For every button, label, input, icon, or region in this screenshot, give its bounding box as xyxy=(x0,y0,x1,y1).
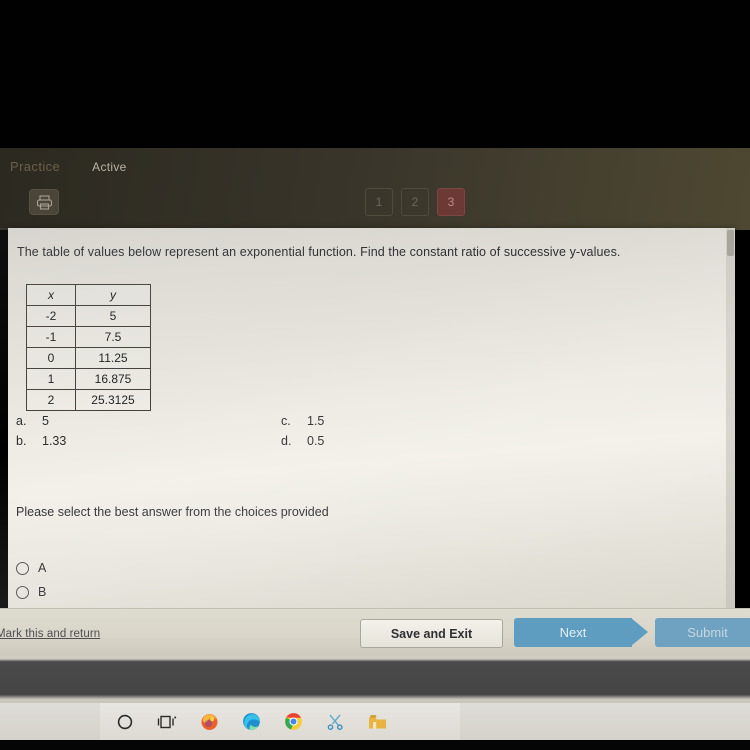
cell-y: 25.3125 xyxy=(75,389,151,411)
choice-c[interactable]: c. 1.5 xyxy=(281,414,436,428)
cell-y: 7.5 xyxy=(75,326,151,348)
chrome-icon[interactable] xyxy=(282,711,304,733)
firefox-icon[interactable] xyxy=(198,711,220,733)
print-button[interactable] xyxy=(29,189,59,215)
dark-bezel-bottom xyxy=(0,740,750,750)
scrollbar-thumb[interactable] xyxy=(727,230,734,256)
cell-x: 1 xyxy=(26,368,76,390)
radio-circle-icon[interactable] xyxy=(16,585,29,599)
table-row: -1 7.5 xyxy=(26,326,151,348)
question-card: The table of values below represent an e… xyxy=(8,228,735,608)
page-indicator-2[interactable]: 2 xyxy=(401,188,429,216)
action-footer: Mark this and return Save and Exit Next … xyxy=(0,608,750,657)
tab-active[interactable]: Active xyxy=(92,160,126,174)
page-indicator-group: 1 2 3 xyxy=(365,188,465,216)
windows-taskbar xyxy=(0,703,750,740)
taskbar-icon-group xyxy=(100,703,460,740)
table-row: 2 25.3125 xyxy=(26,389,151,411)
choice-row-ac: a. 5 c. 1.5 xyxy=(16,414,436,428)
radio-label-b: B xyxy=(38,585,47,599)
answer-prompt: Please select the best answer from the c… xyxy=(16,505,329,519)
cell-x: 0 xyxy=(26,347,76,369)
choice-d-value: 0.5 xyxy=(307,434,325,448)
choice-row-bd: b. 1.33 d. 0.5 xyxy=(16,434,436,448)
desktop-band xyxy=(0,656,750,703)
dark-bezel-top xyxy=(0,0,750,148)
cell-x: 2 xyxy=(26,389,76,411)
chrome-tabs: Practice Active xyxy=(10,159,127,174)
radio-circle-icon[interactable] xyxy=(16,561,29,575)
next-arrow-icon[interactable] xyxy=(631,618,648,646)
save-and-exit-button[interactable]: Save and Exit xyxy=(360,619,503,648)
mark-this-and-return-link[interactable]: Mark this and return xyxy=(0,628,100,640)
choice-d[interactable]: d. 0.5 xyxy=(281,434,436,448)
cell-y: 5 xyxy=(75,305,151,327)
cell-y: 11.25 xyxy=(75,347,151,369)
choice-a-value: 5 xyxy=(42,414,49,428)
cell-x: -1 xyxy=(26,326,76,348)
values-table: x y -2 5 -1 7.5 0 11.25 1 16.875 2 25.31… xyxy=(26,284,151,411)
snipping-tool-icon[interactable] xyxy=(324,711,346,733)
next-button[interactable]: Next xyxy=(514,618,632,647)
tab-practice[interactable]: Practice xyxy=(10,159,60,174)
page-indicator-1[interactable]: 1 xyxy=(365,188,393,216)
choice-c-label: c. xyxy=(281,414,291,428)
table-header-row: x y xyxy=(26,284,151,306)
cell-x: -2 xyxy=(26,305,76,327)
radio-option-a[interactable]: A xyxy=(16,561,46,575)
radio-option-b[interactable]: B xyxy=(16,585,46,599)
edge-icon[interactable] xyxy=(240,711,262,733)
answer-options: A B xyxy=(16,561,46,608)
photographed-screen: Practice Active 1 2 3 The table of value… xyxy=(0,0,750,750)
question-text: The table of values below represent an e… xyxy=(17,245,621,259)
choice-d-label: d. xyxy=(281,434,292,448)
choice-c-value: 1.5 xyxy=(307,414,325,428)
table-header-x: x xyxy=(26,284,76,306)
file-explorer-icon[interactable] xyxy=(366,711,388,733)
table-row: 0 11.25 xyxy=(26,347,151,369)
submit-button[interactable]: Submit xyxy=(655,618,750,647)
table-header-y: y xyxy=(75,284,151,306)
printer-icon xyxy=(36,194,53,210)
choice-a-label: a. xyxy=(16,414,27,428)
card-scrollbar[interactable] xyxy=(726,228,735,608)
answer-choices: a. 5 c. 1.5 b. 1.33 d. 0.5 xyxy=(16,414,436,454)
table-row: 1 16.875 xyxy=(26,368,151,390)
choice-b-value: 1.33 xyxy=(42,434,67,448)
choice-a[interactable]: a. 5 xyxy=(16,414,171,428)
choice-b-label: b. xyxy=(16,434,27,448)
radio-label-a: A xyxy=(38,561,47,575)
table-row: -2 5 xyxy=(26,305,151,327)
cell-y: 16.875 xyxy=(75,368,151,390)
page-indicator-3[interactable]: 3 xyxy=(437,188,465,216)
choice-b[interactable]: b. 1.33 xyxy=(16,434,171,448)
search-circle-icon[interactable] xyxy=(114,711,136,733)
task-view-icon[interactable] xyxy=(156,711,178,733)
